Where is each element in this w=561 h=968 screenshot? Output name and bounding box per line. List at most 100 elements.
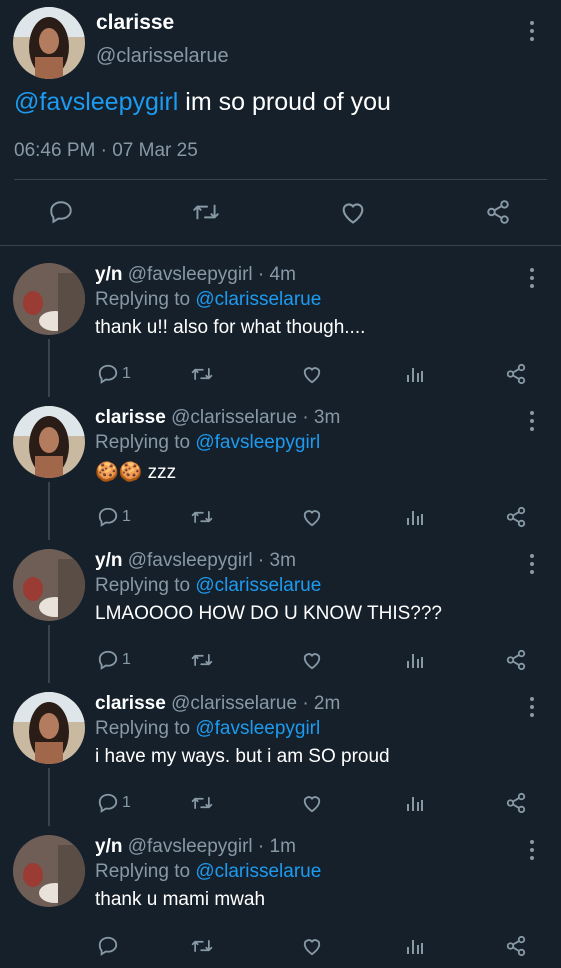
- more-icon[interactable]: [525, 694, 539, 720]
- more-icon[interactable]: [525, 265, 539, 291]
- reply-actions: 1: [0, 788, 561, 818]
- analytics-icon[interactable]: [405, 359, 425, 389]
- analytics-icon[interactable]: [405, 645, 425, 675]
- author-handle[interactable]: @clarisselarue: [171, 407, 297, 428]
- like-icon[interactable]: [301, 931, 323, 961]
- reply-button[interactable]: 1: [97, 788, 131, 818]
- reply-button[interactable]: 1: [97, 645, 131, 675]
- reply-icon[interactable]: [97, 649, 119, 671]
- replying-to-link[interactable]: @clarisselarue: [195, 861, 321, 882]
- replying-to-link[interactable]: @clarisselarue: [195, 289, 321, 310]
- replying-to-link[interactable]: @favsleepygirl: [195, 432, 320, 453]
- reply-icon[interactable]: [97, 792, 119, 814]
- analytics-icon[interactable]: [405, 931, 425, 961]
- author-name[interactable]: clarisse: [95, 407, 166, 428]
- reply-header: clarisse @clarisselarue · 2m: [95, 693, 340, 715]
- replying-prefix: Replying to: [95, 432, 196, 453]
- author-name[interactable]: y/n: [95, 836, 122, 857]
- replying-to: Replying to @clarisselarue: [95, 861, 321, 883]
- divider: [14, 179, 547, 180]
- reply-text: i have my ways. but i am SO proud: [95, 746, 390, 767]
- more-icon[interactable]: [525, 837, 539, 863]
- share-icon[interactable]: [505, 645, 527, 675]
- author-handle[interactable]: @favsleepygirl: [128, 264, 253, 285]
- analytics-icon[interactable]: [405, 502, 425, 532]
- author-handle[interactable]: @clarisselarue: [96, 45, 229, 68]
- reply-tweet[interactable]: clarisse @clarisselarue · 2m Replying to…: [0, 682, 561, 826]
- reply-text: thank u!! also for what though....: [95, 317, 366, 338]
- replying-prefix: Replying to: [95, 575, 196, 596]
- author-name[interactable]: y/n: [95, 550, 122, 571]
- like-icon[interactable]: [301, 788, 323, 818]
- reply-button[interactable]: 1: [97, 502, 131, 532]
- share-icon[interactable]: [478, 190, 518, 234]
- retweet-icon[interactable]: [190, 645, 214, 675]
- tweet-body: im so proud of you: [178, 88, 391, 116]
- reply-text: LMAOOOO HOW DO U KNOW THIS???: [95, 603, 442, 624]
- avatar-yn[interactable]: [13, 835, 85, 907]
- reply-count: 1: [122, 508, 131, 525]
- reply-tweet[interactable]: clarisse @clarisselarue · 3m Replying to…: [0, 396, 561, 540]
- tweet-text: @favsleepygirl im so proud of you: [14, 88, 391, 117]
- main-actions: [0, 190, 561, 234]
- reply-header: y/n @favsleepygirl · 1m: [95, 836, 296, 858]
- reply-header: y/n @favsleepygirl · 3m: [95, 550, 296, 572]
- share-icon[interactable]: [505, 788, 527, 818]
- reply-actions: 1: [0, 359, 561, 389]
- avatar-clarisse[interactable]: [13, 7, 85, 79]
- replying-to-link[interactable]: @favsleepygirl: [195, 718, 320, 739]
- avatar-yn[interactable]: [13, 263, 85, 335]
- reply-button[interactable]: [97, 931, 122, 961]
- analytics-icon[interactable]: [405, 788, 425, 818]
- replying-prefix: Replying to: [95, 718, 196, 739]
- reply-count: 1: [122, 365, 131, 382]
- reply-tweet[interactable]: y/n @favsleepygirl · 1m Replying to @cla…: [0, 825, 561, 968]
- reply-icon[interactable]: [97, 506, 119, 528]
- replying-to: Replying to @favsleepygirl: [95, 718, 320, 740]
- share-icon[interactable]: [505, 502, 527, 532]
- reply-actions: 1: [0, 645, 561, 675]
- author-handle[interactable]: @favsleepygirl: [128, 836, 253, 857]
- reply-tweet[interactable]: y/n @favsleepygirl · 4m Replying to @cla…: [0, 253, 561, 397]
- reply-header: clarisse @clarisselarue · 3m: [95, 407, 340, 429]
- replying-to: Replying to @clarisselarue: [95, 575, 321, 597]
- mention-link[interactable]: @favsleepygirl: [14, 88, 178, 116]
- replying-prefix: Replying to: [95, 289, 196, 310]
- reply-text: 🍪🍪 zzz: [95, 462, 177, 483]
- reply-count: 1: [122, 651, 131, 668]
- retweet-icon[interactable]: [190, 502, 214, 532]
- more-icon[interactable]: [525, 408, 539, 434]
- reply-time: · 3m: [257, 550, 296, 571]
- more-icon[interactable]: [525, 551, 539, 577]
- author-name[interactable]: clarisse: [96, 11, 174, 35]
- retweet-icon[interactable]: [190, 931, 214, 961]
- replying-to: Replying to @clarisselarue: [95, 289, 321, 311]
- retweet-icon[interactable]: [190, 788, 214, 818]
- replying-to-link[interactable]: @clarisselarue: [195, 575, 321, 596]
- share-icon[interactable]: [505, 359, 527, 389]
- author-handle[interactable]: @clarisselarue: [171, 693, 297, 714]
- like-icon[interactable]: [301, 359, 323, 389]
- retweet-icon[interactable]: [190, 359, 214, 389]
- like-icon[interactable]: [301, 645, 323, 675]
- reply-time: · 1m: [257, 836, 296, 857]
- author-handle[interactable]: @favsleepygirl: [128, 550, 253, 571]
- reply-actions: 1: [0, 502, 561, 532]
- avatar-clarisse[interactable]: [13, 406, 85, 478]
- share-icon[interactable]: [505, 931, 527, 961]
- retweet-icon[interactable]: [186, 190, 226, 234]
- reply-button[interactable]: 1: [97, 359, 131, 389]
- reply-time: · 3m: [302, 407, 341, 428]
- replying-to: Replying to @favsleepygirl: [95, 432, 320, 454]
- reply-icon[interactable]: [97, 935, 119, 957]
- reply-icon[interactable]: [97, 363, 119, 385]
- avatar-yn[interactable]: [13, 549, 85, 621]
- like-icon[interactable]: [333, 190, 373, 234]
- reply-icon[interactable]: [41, 190, 81, 234]
- more-icon[interactable]: [525, 18, 539, 44]
- author-name[interactable]: y/n: [95, 264, 122, 285]
- reply-tweet[interactable]: y/n @favsleepygirl · 3m Replying to @cla…: [0, 539, 561, 683]
- like-icon[interactable]: [301, 502, 323, 532]
- author-name[interactable]: clarisse: [95, 693, 166, 714]
- avatar-clarisse[interactable]: [13, 692, 85, 764]
